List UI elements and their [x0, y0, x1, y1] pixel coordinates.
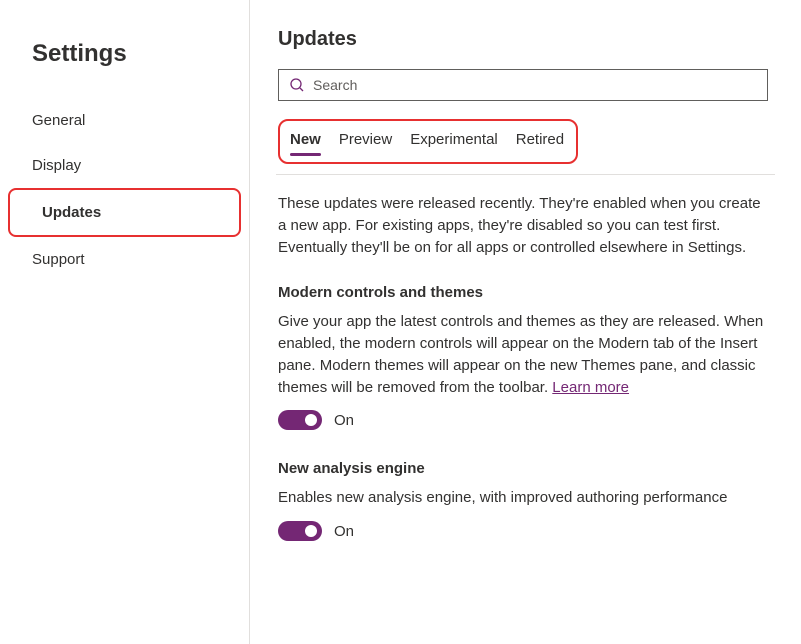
toggle-label: On	[334, 412, 354, 429]
sidebar-title: Settings	[0, 40, 249, 98]
toggle-new-analysis[interactable]	[278, 521, 322, 541]
search-box[interactable]	[278, 69, 768, 101]
tab-experimental[interactable]: Experimental	[410, 125, 498, 154]
section-new-analysis: New analysis engine Enables new analysis…	[278, 460, 768, 541]
section-title: New analysis engine	[278, 460, 768, 477]
section-desc: Enables new analysis engine, with improv…	[278, 487, 768, 509]
toggle-row: On	[278, 410, 768, 430]
sidebar-item-updates[interactable]: Updates	[10, 190, 239, 235]
page-title: Updates	[278, 28, 773, 51]
toggle-label: On	[334, 523, 354, 540]
sidebar-item-support[interactable]: Support	[0, 237, 249, 282]
toggle-modern-controls[interactable]	[278, 410, 322, 430]
tabs-highlight: New Preview Experimental Retired	[278, 119, 578, 164]
learn-more-link[interactable]: Learn more	[552, 379, 629, 396]
sidebar-item-display[interactable]: Display	[0, 143, 249, 188]
tab-preview[interactable]: Preview	[339, 125, 392, 154]
sidebar: Settings General Display Updates Support	[0, 0, 250, 644]
section-title: Modern controls and themes	[278, 284, 768, 301]
section-modern-controls: Modern controls and themes Give your app…	[278, 284, 768, 430]
intro-text: These updates were released recently. Th…	[278, 193, 768, 258]
tabs: New Preview Experimental Retired	[290, 125, 564, 154]
sidebar-highlight: Updates	[8, 188, 241, 237]
search-input[interactable]	[313, 77, 757, 93]
tab-new[interactable]: New	[290, 125, 321, 154]
toggle-row: On	[278, 521, 768, 541]
tab-retired[interactable]: Retired	[516, 125, 564, 154]
main-content: Updates New Preview Experimental Retired…	[250, 0, 801, 644]
search-icon	[289, 77, 305, 93]
section-desc: Give your app the latest controls and th…	[278, 311, 768, 398]
sidebar-item-general[interactable]: General	[0, 98, 249, 143]
content-area: These updates were released recently. Th…	[278, 193, 768, 541]
section-desc-text: Give your app the latest controls and th…	[278, 313, 763, 395]
tabs-divider	[276, 174, 775, 175]
